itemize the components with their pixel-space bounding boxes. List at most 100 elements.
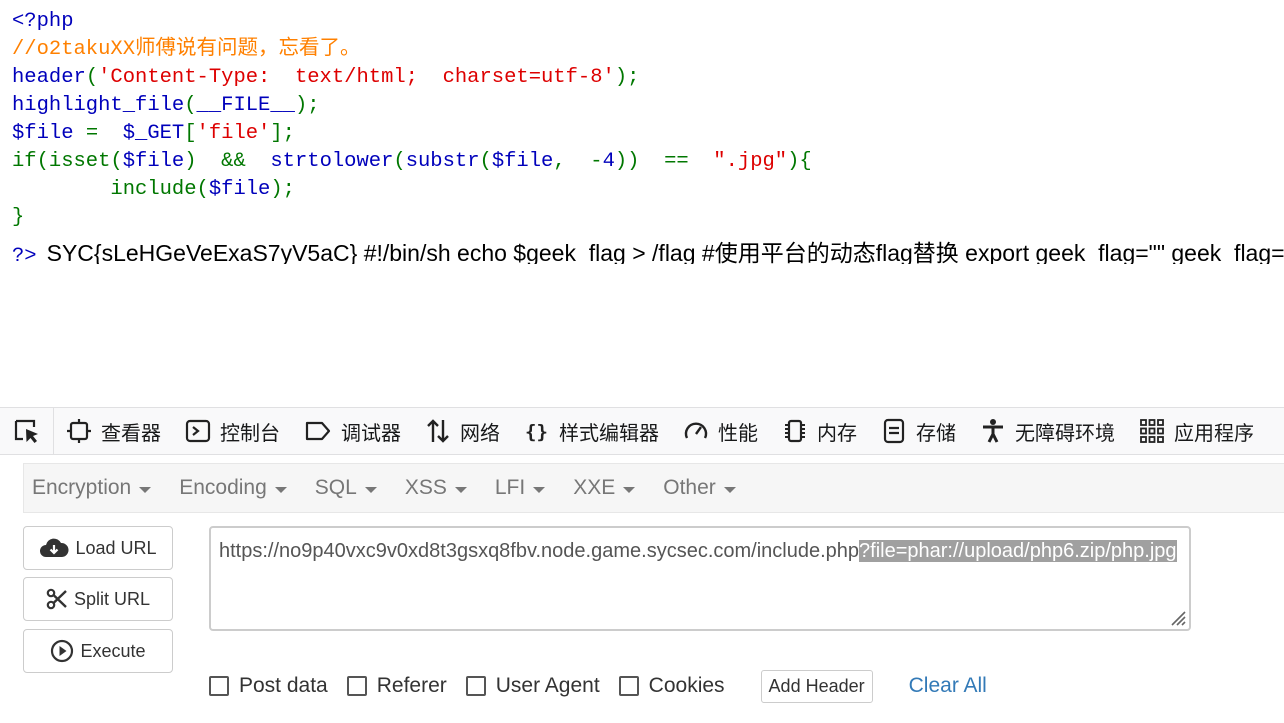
user-agent-option[interactable]: User Agent: [465, 674, 600, 698]
request-options: Post data Referer User Agent Cookies Add…: [209, 669, 987, 703]
code-token: $file: [208, 178, 271, 201]
button-label: Load URL: [75, 537, 157, 558]
tab-label: 调试器: [341, 420, 401, 445]
hackbar-menubar: Encryption Encoding SQL XSS LFI XXE Othe…: [23, 463, 1284, 513]
code-token: , -: [553, 150, 603, 173]
tab-console[interactable]: 控制台: [173, 408, 292, 454]
debugger-icon: [305, 421, 331, 441]
post-data-option[interactable]: Post data: [209, 674, 328, 698]
tab-storage[interactable]: 存储: [869, 408, 968, 454]
menu-encryption[interactable]: Encryption: [32, 476, 152, 500]
code-token: $file: [491, 150, 554, 173]
code-token: );: [614, 66, 640, 89]
code-token: __FILE__: [196, 94, 295, 117]
menu-label: Other: [663, 476, 716, 499]
code-token: ];: [270, 122, 295, 145]
tab-label: 样式编辑器: [559, 420, 659, 445]
play-circle-icon: [51, 639, 74, 663]
code-token: header: [12, 66, 86, 89]
menu-label: Encryption: [32, 476, 132, 499]
tab-label: 应用程序: [1174, 420, 1254, 445]
cookies-option[interactable]: Cookies: [618, 674, 725, 698]
clear-all-link[interactable]: Clear All: [909, 674, 987, 698]
load-url-button[interactable]: Load URL: [23, 526, 173, 570]
code-token: 'Content-Type: text/html; charset=utf-8': [98, 66, 615, 89]
svg-text:{}: {}: [525, 421, 548, 443]
code-token: )) ==: [614, 150, 714, 173]
user-agent-checkbox[interactable]: [465, 676, 486, 696]
php-source: <?php //o2takuXX师傅说有问题，忘看了。 header('Cont…: [12, 8, 812, 232]
code-token: 'file': [196, 122, 271, 145]
tab-performance[interactable]: 性能: [671, 408, 770, 454]
tab-accessibility[interactable]: 无障碍环境: [968, 408, 1127, 454]
option-label: Referer: [376, 674, 447, 697]
tab-label: 内存: [817, 420, 857, 445]
code-token: (: [479, 150, 492, 173]
menu-label: Encoding: [179, 476, 267, 499]
tab-debugger[interactable]: 调试器: [292, 408, 413, 454]
execute-button[interactable]: Execute: [23, 629, 173, 673]
style-editor-icon: {}: [525, 421, 548, 443]
code-token: $file: [12, 122, 86, 145]
cookies-checkbox[interactable]: [618, 676, 639, 696]
button-label: Execute: [80, 640, 146, 661]
menu-lfi[interactable]: LFI: [494, 476, 546, 500]
post-data-checkbox[interactable]: [209, 676, 229, 696]
performance-icon: [684, 422, 708, 439]
split-url-button[interactable]: Split URL: [23, 577, 173, 621]
menu-xxe[interactable]: XXE: [573, 476, 636, 500]
code-token: =: [85, 122, 111, 145]
tab-application[interactable]: 应用程序: [1127, 408, 1266, 454]
menu-xss[interactable]: XSS: [405, 476, 467, 500]
network-icon: [427, 419, 449, 443]
memory-icon: [785, 419, 805, 443]
element-picker-button[interactable]: [0, 408, 54, 454]
code-token: highlight_file: [12, 94, 185, 117]
php-open-tag: <?php: [12, 10, 74, 33]
console-icon: [185, 419, 211, 443]
code-token: ) &&: [184, 150, 271, 173]
caret-down-icon: [533, 486, 546, 493]
tab-label: 网络: [460, 420, 500, 445]
code-token: if(isset(: [12, 150, 123, 173]
url-textarea[interactable]: https://no9p40vxc9v0xd8t3gsxq8fbv.node.g…: [209, 526, 1191, 631]
code-token: ){: [787, 150, 812, 173]
menu-label: SQL: [314, 476, 357, 499]
menu-label: XSS: [404, 476, 447, 499]
tab-inspector[interactable]: 查看器: [54, 408, 173, 454]
code-token: }: [12, 206, 25, 229]
option-label: User Agent: [495, 674, 600, 697]
code-token: $file: [122, 150, 185, 173]
referer-option[interactable]: Referer: [346, 674, 447, 698]
code-token: (: [184, 94, 197, 117]
element-picker-icon: [14, 419, 38, 443]
hackbar-panel: Encryption Encoding SQL XSS LFI XXE Othe…: [0, 456, 1284, 723]
tab-label: 无障碍环境: [1015, 420, 1115, 445]
tab-memory[interactable]: 内存: [770, 408, 869, 454]
tab-label: 性能: [718, 420, 758, 445]
tab-label: 存储: [916, 420, 956, 445]
menu-label: XXE: [573, 476, 616, 499]
storage-icon: [883, 418, 905, 444]
menu-sql[interactable]: SQL: [315, 476, 377, 500]
menu-other[interactable]: Other: [663, 476, 736, 500]
caret-down-icon: [454, 486, 467, 493]
referer-checkbox[interactable]: [346, 676, 367, 696]
tab-label: 控制台: [220, 420, 280, 445]
caret-down-icon: [723, 486, 736, 493]
resize-grip-icon[interactable]: [1166, 606, 1186, 626]
php-close-tag: ?>: [12, 245, 37, 264]
flag-output: SYC{sLeHGeVeExaS7yV5aC} #!/bin/sh echo $…: [46, 240, 1284, 264]
add-header-button[interactable]: Add Header: [760, 669, 873, 703]
code-token: ".jpg": [713, 150, 788, 173]
code-token: (: [85, 66, 99, 89]
script-output-line: ?> SYC{sLeHGeVeExaS7yV5aC} #!/bin/sh echo…: [12, 234, 1284, 264]
menu-encoding[interactable]: Encoding: [179, 476, 287, 500]
tab-style-editor[interactable]: {} 样式编辑器: [512, 408, 671, 454]
tab-network[interactable]: 网络: [413, 408, 512, 454]
code-token: );: [270, 178, 295, 201]
code-token: );: [294, 94, 320, 117]
code-token: strtolower: [270, 150, 394, 173]
code-token: include(: [110, 178, 209, 201]
menu-label: LFI: [494, 476, 526, 499]
